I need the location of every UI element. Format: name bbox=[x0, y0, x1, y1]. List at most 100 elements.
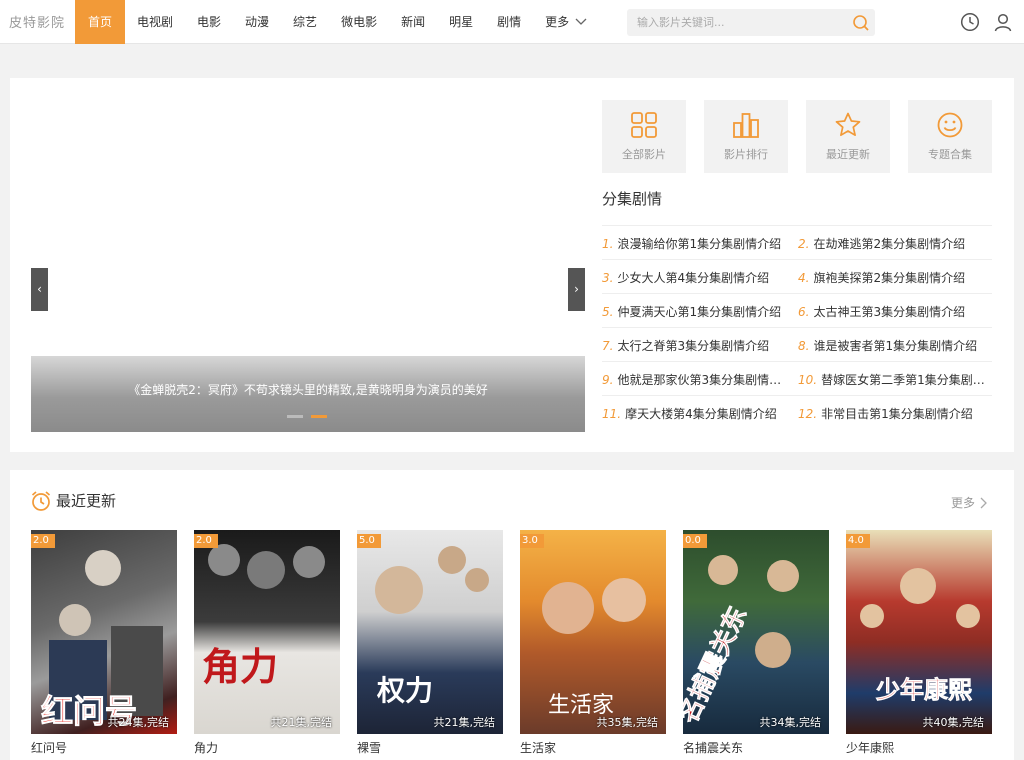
slide-dot-active[interactable] bbox=[311, 415, 327, 418]
smiley-icon bbox=[937, 112, 963, 138]
slide-dots bbox=[287, 415, 327, 418]
episode-item[interactable]: 7. 太行之脊第3集分集剧情介绍 bbox=[602, 337, 792, 354]
slide-caption-text: 《金蝉脱壳2：冥府》不苟求镜头里的精致,是黄晓明身为演员的美好 bbox=[128, 383, 488, 397]
episodes-row: 7. 太行之脊第3集分集剧情介绍 8. 谁是被害者第1集分集剧情介绍 bbox=[602, 327, 992, 361]
poster-image: 少年康熙 bbox=[860, 568, 980, 704]
rating-badge: 4.0 bbox=[846, 534, 870, 548]
quick-link-topics[interactable]: 专题合集 bbox=[908, 100, 992, 173]
slider-prev-button[interactable]: ‹ bbox=[31, 268, 48, 311]
episode-count-badge: 共34集,完结 bbox=[759, 716, 822, 729]
history-icon[interactable] bbox=[960, 12, 980, 32]
episode-count-badge: 共35集,完结 bbox=[596, 716, 659, 729]
quick-link-label: 影片排行 bbox=[724, 148, 768, 161]
episode-num: 8. bbox=[798, 339, 810, 353]
poster-title-art: 少年康熙 bbox=[875, 676, 972, 704]
poster-title-art: 权力 bbox=[376, 675, 433, 707]
episode-item[interactable]: 3. 少女大人第4集分集剧情介绍 bbox=[602, 269, 792, 286]
episode-item[interactable]: 11. 摩天大楼第4集分集剧情介绍 bbox=[602, 405, 792, 422]
quick-link-label: 最近更新 bbox=[826, 148, 870, 161]
episode-num: 12. bbox=[798, 407, 818, 421]
poster-title[interactable]: 名捕震关东 bbox=[683, 739, 743, 756]
slide-dot[interactable] bbox=[287, 415, 303, 418]
nav-item-home[interactable]: 首页 bbox=[75, 0, 125, 44]
poster-image: 名捕震关东 bbox=[683, 555, 799, 728]
episodes-row: 5. 仲夏满天心第1集分集剧情介绍 6. 太古神王第3集分集剧情介绍 bbox=[602, 293, 992, 327]
poster-card[interactable]: 权力 5.0 共21集,完结 bbox=[357, 530, 503, 734]
episode-item[interactable]: 9. 他就是那家伙第3集分集剧情介绍 bbox=[602, 371, 792, 388]
poster-card[interactable]: 名捕震关东 0.0 共34集,完结 bbox=[683, 530, 829, 734]
chevron-right-icon bbox=[980, 497, 987, 508]
recent-updates-panel: 最近更新 更多 红问号 2.0 共24集,完结 红问号 角力 2.0 共21集,… bbox=[10, 470, 1014, 760]
more-link[interactable]: 更多 bbox=[951, 494, 987, 511]
poster-card[interactable]: 红问号 2.0 共24集,完结 bbox=[31, 530, 177, 734]
episodes-row: 9. 他就是那家伙第3集分集剧情介绍 10. 替嫁医女第二季第1集分集剧情介绍 bbox=[602, 361, 992, 395]
poster-card[interactable]: 生活家 3.0 共35集,完结 bbox=[520, 530, 666, 734]
quick-link-label: 全部影片 bbox=[622, 148, 666, 161]
poster-title[interactable]: 角力 bbox=[194, 739, 218, 756]
nav-item-movie[interactable]: 电影 bbox=[185, 0, 233, 44]
poster-title[interactable]: 生活家 bbox=[520, 739, 556, 756]
banner-slider[interactable]: 《金蝉脱壳2：冥府》不苟求镜头里的精致,是黄晓明身为演员的美好 ‹ › bbox=[31, 99, 585, 432]
episode-count-badge: 共21集,完结 bbox=[270, 716, 333, 729]
poster-image: 生活家 bbox=[542, 578, 646, 717]
episode-num: 9. bbox=[602, 373, 614, 387]
nav-item-anime[interactable]: 动漫 bbox=[233, 0, 281, 44]
episode-item[interactable]: 8. 谁是被害者第1集分集剧情介绍 bbox=[798, 337, 992, 354]
episode-num: 7. bbox=[602, 339, 614, 353]
nav-item-news[interactable]: 新闻 bbox=[389, 0, 437, 44]
episode-item[interactable]: 5. 仲夏满天心第1集分集剧情介绍 bbox=[602, 303, 792, 320]
episode-text: 浪漫输给你第1集分集剧情介绍 bbox=[617, 237, 782, 251]
nav-item-more[interactable]: 更多 bbox=[533, 0, 599, 44]
nav-item-variety[interactable]: 综艺 bbox=[281, 0, 329, 44]
episode-text: 少女大人第4集分集剧情介绍 bbox=[617, 271, 770, 285]
site-logo[interactable]: 皮特影院 bbox=[9, 12, 65, 31]
nav-item-plot[interactable]: 剧情 bbox=[485, 0, 533, 44]
rating-badge: 3.0 bbox=[520, 534, 544, 548]
slider-next-button[interactable]: › bbox=[568, 268, 585, 311]
episodes-title: 分集剧情 bbox=[602, 190, 663, 208]
alarm-clock-icon bbox=[31, 491, 51, 511]
quick-link-all-films[interactable]: 全部影片 bbox=[602, 100, 686, 173]
episodes-row: 1. 浪漫输给你第1集分集剧情介绍 2. 在劫难逃第2集分集剧情介绍 bbox=[602, 225, 992, 259]
episodes-list: 1. 浪漫输给你第1集分集剧情介绍 2. 在劫难逃第2集分集剧情介绍 3. 少女大人第… bbox=[602, 225, 992, 429]
episode-item[interactable]: 1. 浪漫输给你第1集分集剧情介绍 bbox=[602, 235, 792, 252]
search-icon[interactable] bbox=[852, 14, 870, 32]
nav-item-stars[interactable]: 明星 bbox=[437, 0, 485, 44]
rating-badge: 2.0 bbox=[194, 534, 218, 548]
quick-link-ranking[interactable]: 影片排行 bbox=[704, 100, 788, 173]
episode-num: 10. bbox=[798, 373, 818, 387]
search-box bbox=[627, 9, 875, 36]
episode-text: 替嫁医女第二季第1集分集剧情介绍 bbox=[821, 373, 992, 387]
nav-item-tv[interactable]: 电视剧 bbox=[125, 0, 185, 44]
poster-card[interactable]: 角力 2.0 共21集,完结 bbox=[194, 530, 340, 734]
episode-num: 1. bbox=[602, 237, 614, 251]
episode-count-badge: 共21集,完结 bbox=[433, 716, 496, 729]
poster-title[interactable]: 红问号 bbox=[31, 739, 67, 756]
episode-item[interactable]: 6. 太古神王第3集分集剧情介绍 bbox=[798, 303, 992, 320]
poster-title[interactable]: 裸雪 bbox=[357, 739, 381, 756]
episode-text: 在劫难逃第2集分集剧情介绍 bbox=[813, 237, 966, 251]
episode-num: 3. bbox=[602, 271, 614, 285]
episode-text: 太古神王第3集分集剧情介绍 bbox=[813, 305, 966, 319]
search-input[interactable] bbox=[637, 13, 842, 32]
episode-text: 谁是被害者第1集分集剧情介绍 bbox=[813, 339, 978, 353]
poster-card[interactable]: 少年康熙 4.0 共40集,完结 bbox=[846, 530, 992, 734]
site-header: 皮特影院 首页 电视剧 电影 动漫 综艺 微电影 新闻 明星 剧情 更多 bbox=[0, 0, 1024, 44]
poster-image: 权力 bbox=[375, 546, 489, 707]
episode-item[interactable]: 10. 替嫁医女第二季第1集分集剧情介绍 bbox=[798, 371, 992, 388]
episode-item[interactable]: 12. 非常目击第1集分集剧情介绍 bbox=[798, 405, 992, 422]
episodes-row: 3. 少女大人第4集分集剧情介绍 4. 旗袍美探第2集分集剧情介绍 bbox=[602, 259, 992, 293]
chevron-down-icon bbox=[575, 18, 587, 25]
user-icon[interactable] bbox=[993, 12, 1013, 32]
poster-title-art: 名捕震关东 bbox=[683, 602, 752, 728]
poster-image: 红问号 bbox=[41, 550, 163, 730]
rating-badge: 2.0 bbox=[31, 534, 55, 548]
episode-num: 6. bbox=[798, 305, 810, 319]
quick-link-recent[interactable]: 最近更新 bbox=[806, 100, 890, 173]
poster-title-art: 角力 bbox=[202, 647, 278, 689]
episode-item[interactable]: 2. 在劫难逃第2集分集剧情介绍 bbox=[798, 235, 992, 252]
poster-title[interactable]: 少年康熙 bbox=[846, 739, 894, 756]
rating-badge: 0.0 bbox=[683, 534, 707, 548]
episode-item[interactable]: 4. 旗袍美探第2集分集剧情介绍 bbox=[798, 269, 992, 286]
nav-item-micro-film[interactable]: 微电影 bbox=[329, 0, 389, 44]
